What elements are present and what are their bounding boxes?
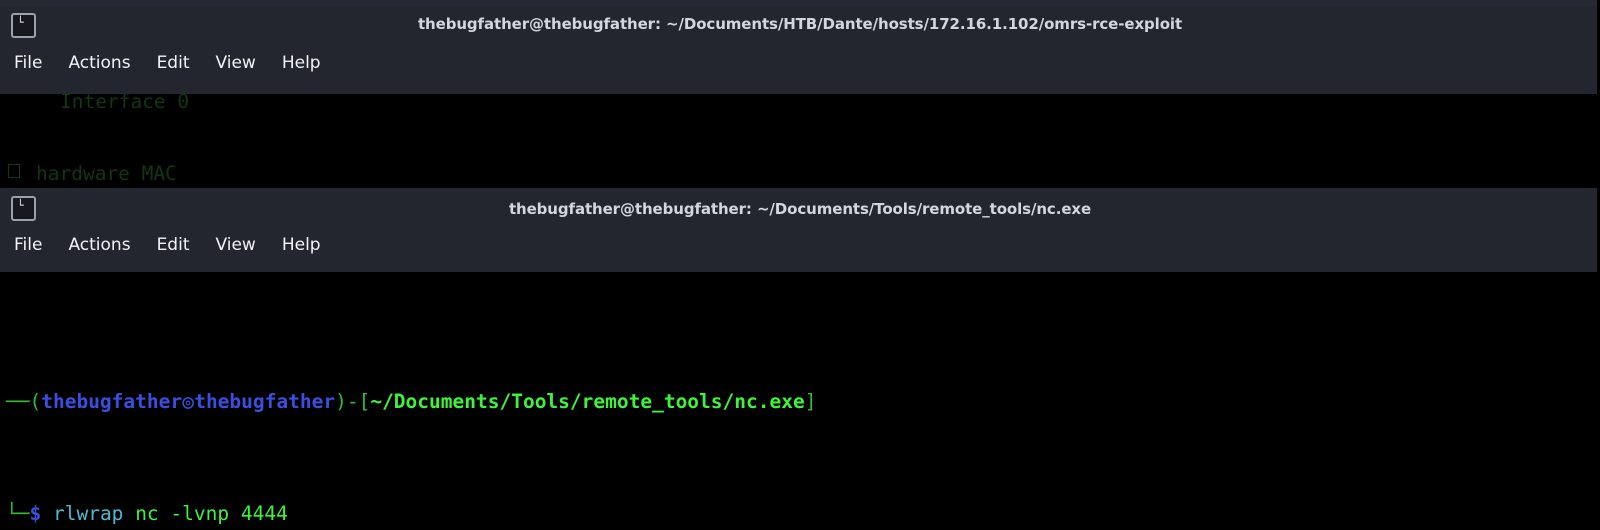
desktop-screen: FileActionsEditViewHelp [Agent : root@DA… [0,0,1600,530]
bg-interface-line: Interface 0 [60,94,190,113]
exploit-window-title: thebugfather@thebugfather: ~/Documents/H… [417,15,1183,33]
exploit-terminal-body[interactable]: Interface 0 hardware MAC ──(thebugfather… [0,94,1600,188]
listener-window-titlebar[interactable]: └ thebugfather@thebugfather: ~/Documents… [0,188,1600,230]
exploit-window-chrome: └ thebugfather@thebugfather: ~/Documents… [0,6,1600,94]
listener-cmd-program: nc [135,502,159,525]
menu-item-view[interactable]: View [215,48,255,78]
listener-cmd-wrapper: rlwrap [52,502,124,525]
listener-cmd-flags: -lvnp [170,502,230,525]
listener-prompt-host: thebugfather [194,390,336,413]
menu-item-view[interactable]: View [215,230,255,260]
listener-window-chrome: └ thebugfather@thebugfather: ~/Documents… [0,188,1600,272]
menu-item-edit[interactable]: Edit [157,48,190,78]
listener-cmd-port: 4444 [240,502,288,525]
kali-dragon-icon: ◎ [182,390,195,413]
listener-window-title: thebugfather@thebugfather: ~/Documents/T… [508,200,1092,218]
exploit-window-titlebar[interactable]: └ thebugfather@thebugfather: ~/Documents… [0,6,1600,48]
listener-prompt-line: ──(thebugfather◎thebugfather)-[~/Documen… [6,388,1600,416]
menu-item-actions[interactable]: Actions [68,230,130,260]
menu-item-file[interactable]: File [14,230,42,260]
listener-prompt-user: thebugfather [41,390,183,413]
listener-command-line: └─$ rlwrap nc -lvnp 4444 [6,502,288,525]
menu-item-edit[interactable]: Edit [157,230,190,260]
menu-item-help[interactable]: Help [282,48,321,78]
bg-box-decoration [8,164,20,178]
exploit-window-menubar: File Actions Edit View Help [0,48,1600,82]
menu-item-actions[interactable]: Actions [68,48,130,78]
listener-terminal-body[interactable]: ──(thebugfather◎thebugfather)-[~/Documen… [0,272,1600,530]
menu-item-file[interactable]: File [14,48,42,78]
listener-window-menubar: File Actions Edit View Help [0,230,1600,264]
listener-prompt-path: ~/Documents/Tools/remote_tools/nc.exe [370,390,805,413]
bg-hardware-mac-line: hardware MAC [36,162,177,185]
menu-item-help[interactable]: Help [282,230,321,260]
